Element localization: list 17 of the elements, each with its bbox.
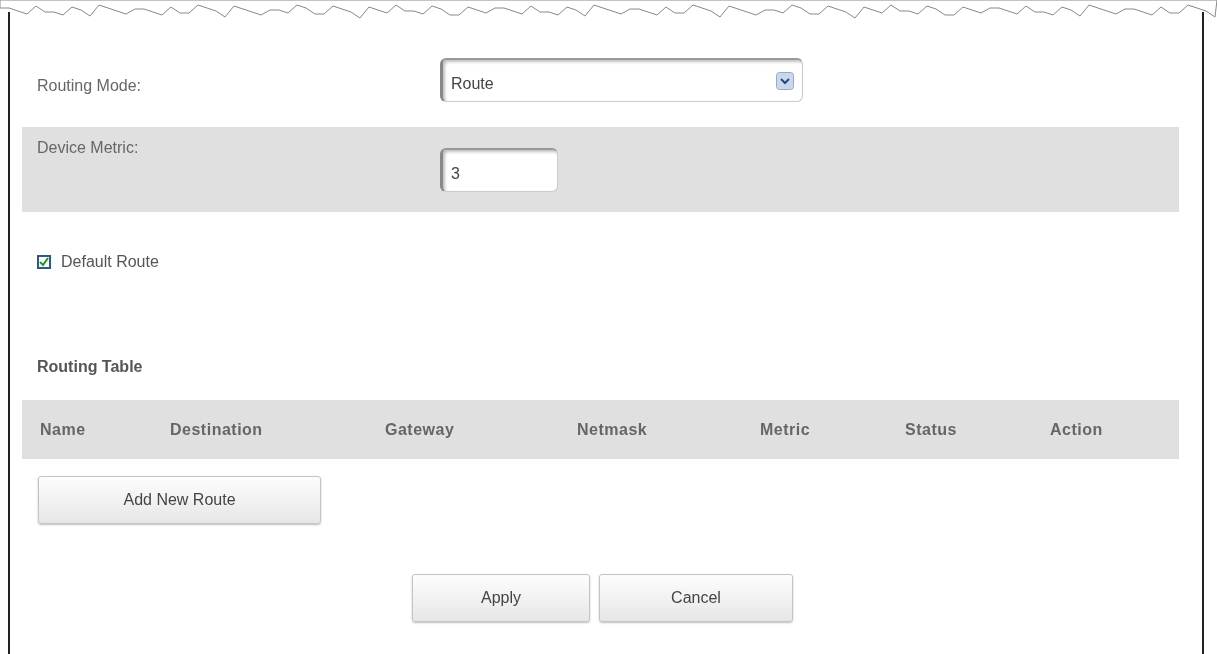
cancel-button[interactable]: Cancel — [599, 574, 793, 622]
section-title: Routing Table — [36, 357, 144, 377]
checkbox-label: Default Route — [61, 253, 159, 271]
field-label: Routing Mode: — [37, 76, 143, 96]
column-header: Netmask — [577, 420, 649, 439]
field-label: Device Metric: — [37, 138, 140, 158]
add-route-button[interactable]: Add New Route — [38, 476, 321, 524]
column-header: Action — [1050, 420, 1104, 439]
checkbox[interactable] — [37, 255, 51, 269]
apply-button[interactable]: Apply — [412, 574, 590, 622]
column-header: Metric — [760, 420, 812, 439]
column-header: Name — [40, 420, 87, 439]
column-header: Gateway — [385, 420, 456, 439]
column-header: Status — [905, 420, 958, 439]
device-metric-input[interactable]: 3 — [440, 148, 558, 192]
column-header: Destination — [170, 420, 264, 439]
routing-mode-select[interactable]: Route — [440, 58, 803, 102]
